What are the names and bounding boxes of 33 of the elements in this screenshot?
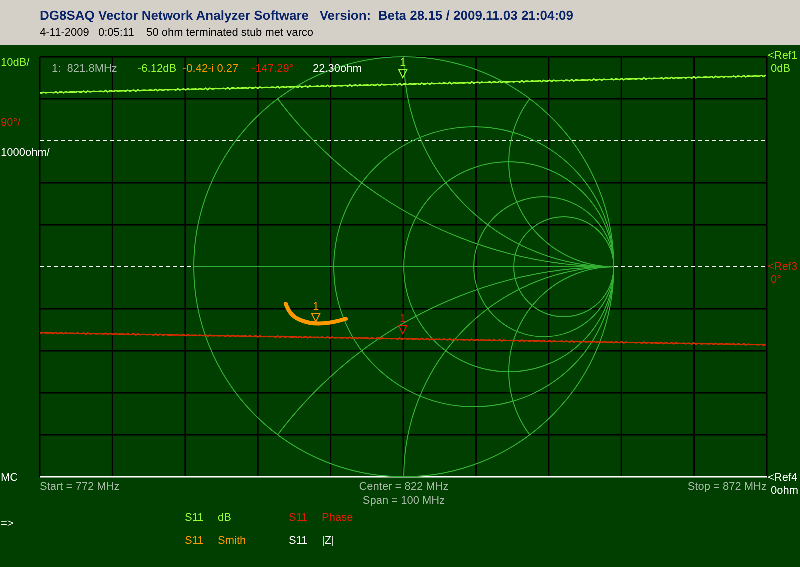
trace-format: |Z|: [322, 535, 334, 548]
marker-readout: 22.30ohm: [313, 63, 362, 76]
trace-parameter: S11: [289, 512, 308, 525]
window-title: DG8SAQ Vector Network Analyzer Software Version: Beta 28.15 / 2009.11.03 21:04:09: [40, 8, 574, 23]
smith-trace: [284, 302, 348, 326]
reference-value: 0°: [771, 274, 782, 287]
trace-format: Phase: [322, 512, 354, 525]
reference-value: 0ohm: [771, 485, 799, 498]
trace-parameter: S11: [289, 535, 308, 548]
trace-format: Smith: [218, 535, 246, 548]
stop-frequency: Stop = 872 MHz: [688, 481, 767, 494]
mode-label: MC: [1, 472, 18, 485]
reference-label: <Ref3: [768, 261, 798, 274]
scale-label: 1000ohm/: [1, 147, 50, 160]
marker-number: 1: [400, 313, 406, 326]
marker-readout: -0.42-i 0.27: [183, 63, 239, 76]
reference-label: <Ref1: [768, 50, 798, 63]
trace-format: dB: [218, 512, 232, 525]
marker-number: 1: [313, 301, 320, 314]
start-frequency: Start = 772 MHz: [40, 481, 120, 494]
reference-value: 0dB: [771, 63, 791, 76]
scale-label: 10dB/: [1, 57, 30, 70]
trace-parameter: S11: [185, 512, 204, 525]
arrow-label: =>: [1, 518, 14, 531]
marker-readout: -147.29°: [252, 63, 294, 76]
frequency-span: Span = 100 MHz: [362, 495, 446, 508]
trace-parameter: S11: [185, 535, 204, 548]
reference-label: <Ref4: [768, 472, 798, 485]
center-frequency: Center = 822 MHz: [359, 481, 449, 494]
marker-readout: 1: 821.8MHz: [52, 63, 118, 76]
marker-readout: -6.12dB: [138, 63, 177, 76]
scale-label: 90°/: [1, 117, 21, 130]
measurement-caption: 4-11-2009 0:05:11 50 ohm terminated stub met varco: [40, 27, 314, 40]
